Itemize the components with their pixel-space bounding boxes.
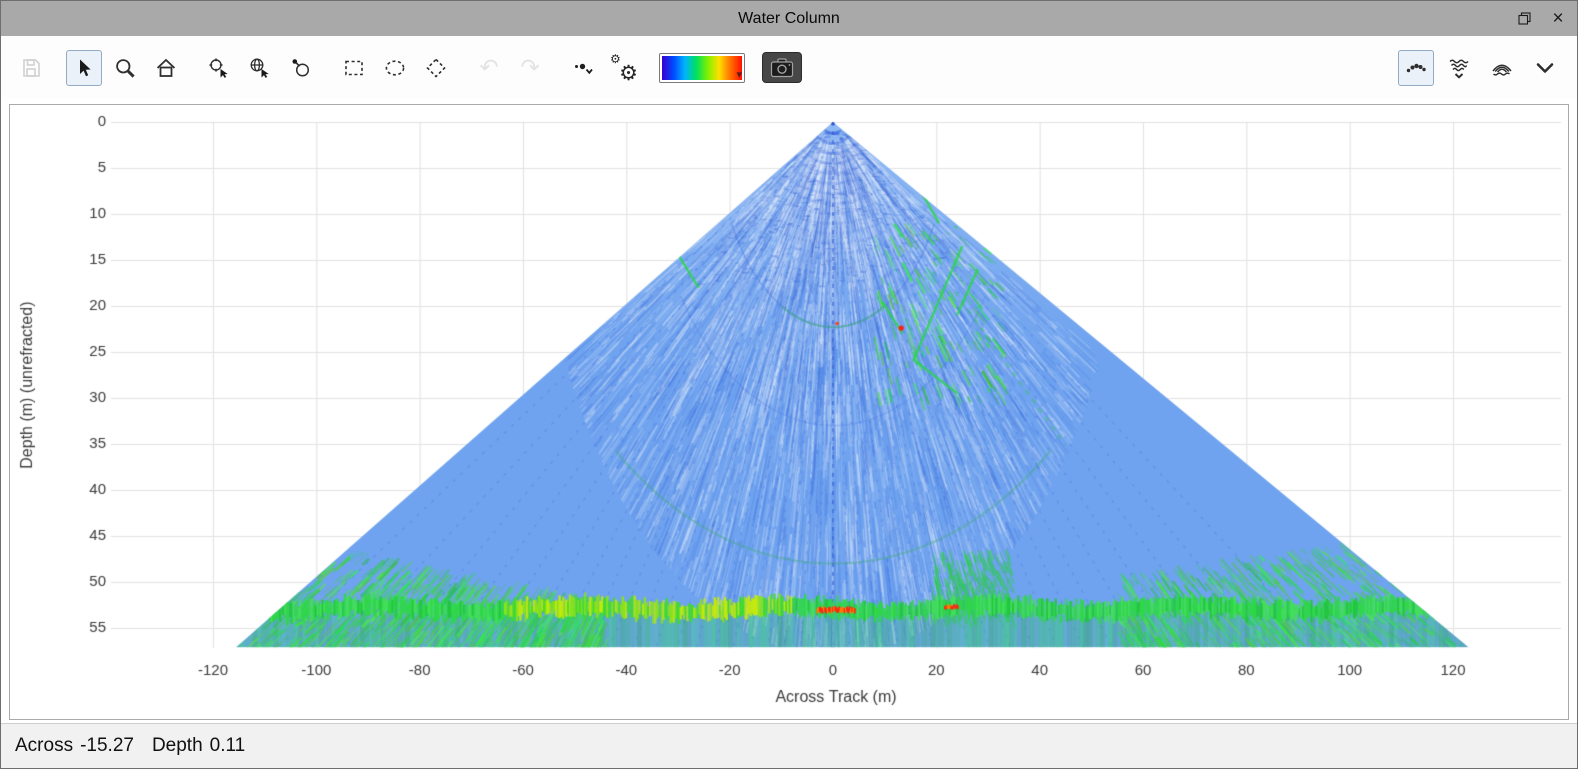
fan-waves-dropdown-icon (1447, 56, 1471, 80)
undo-arrow-icon: ↶ (479, 56, 498, 79)
close-window-button[interactable]: × (1547, 8, 1569, 30)
compass-icon (289, 56, 313, 80)
plot-wrap (1, 99, 1577, 723)
stack-view-button[interactable] (1484, 50, 1520, 86)
status-bar: Across -15.27 Depth 0.11 (1, 723, 1577, 768)
status-depth-value: 0.11 (210, 735, 246, 757)
chevron-down-icon (1533, 56, 1557, 80)
pick-point-tool-button[interactable] (201, 50, 237, 86)
rectangle-select-button[interactable] (336, 50, 372, 86)
pointer-tool-button[interactable] (66, 50, 102, 86)
status-depth-label: Depth (152, 735, 203, 757)
home-icon (154, 56, 178, 80)
polygon-select-button[interactable] (418, 50, 454, 86)
scatter-points-icon (1404, 56, 1428, 80)
window-controls: × (1513, 1, 1569, 36)
float-window-button[interactable] (1513, 8, 1535, 30)
window-title: Water Column (738, 10, 840, 28)
home-view-button[interactable] (148, 50, 184, 86)
float-window-icon (1518, 12, 1531, 25)
settings-button[interactable]: ⚙ ⚙ (606, 50, 642, 86)
dashed-diamond-icon (424, 56, 448, 80)
cursor-arrow-icon (72, 56, 96, 80)
collapse-panel-button[interactable] (1527, 50, 1563, 86)
plot-panel (9, 104, 1569, 720)
camera-icon (770, 58, 794, 78)
magnifier-icon (113, 56, 137, 80)
dashed-rectangle-icon (342, 56, 366, 80)
undo-button[interactable]: ↶ (471, 50, 507, 86)
status-across-value: -15.27 (80, 735, 134, 757)
snapshot-button[interactable] (762, 52, 802, 83)
zoom-tool-button[interactable] (107, 50, 143, 86)
fan-view-button[interactable] (1441, 50, 1477, 86)
water-column-window: Water Column × (0, 0, 1578, 769)
compass-tool-button[interactable] (283, 50, 319, 86)
toolbar: ↶ ↷ ⚙ ⚙ (1, 36, 1577, 99)
stacked-swaths-icon (1490, 56, 1514, 80)
status-across-label: Across (15, 735, 73, 757)
crosshair-cursor-icon (207, 56, 231, 80)
redo-arrow-icon: ↷ (520, 56, 539, 79)
gears-icon: ⚙ ⚙ (611, 55, 637, 81)
point-display-options-button[interactable] (565, 50, 601, 86)
water-column-plot[interactable] (10, 105, 1568, 719)
colormap-selector[interactable]: ▾ (659, 53, 745, 83)
close-icon: × (1552, 9, 1563, 28)
pick-geo-tool-button[interactable] (242, 50, 278, 86)
titlebar[interactable]: Water Column × (1, 1, 1577, 36)
globe-cursor-icon (248, 56, 272, 80)
points-view-button[interactable] (1398, 50, 1434, 86)
save-button[interactable] (13, 50, 49, 86)
colormap-dropdown-icon: ▾ (736, 68, 742, 81)
floppy-disk-icon (19, 56, 43, 80)
dots-dropdown-icon (571, 56, 595, 80)
colormap-gradient (662, 56, 742, 80)
lasso-select-button[interactable] (377, 50, 413, 86)
dashed-ellipse-icon (383, 56, 407, 80)
redo-button[interactable]: ↷ (512, 50, 548, 86)
